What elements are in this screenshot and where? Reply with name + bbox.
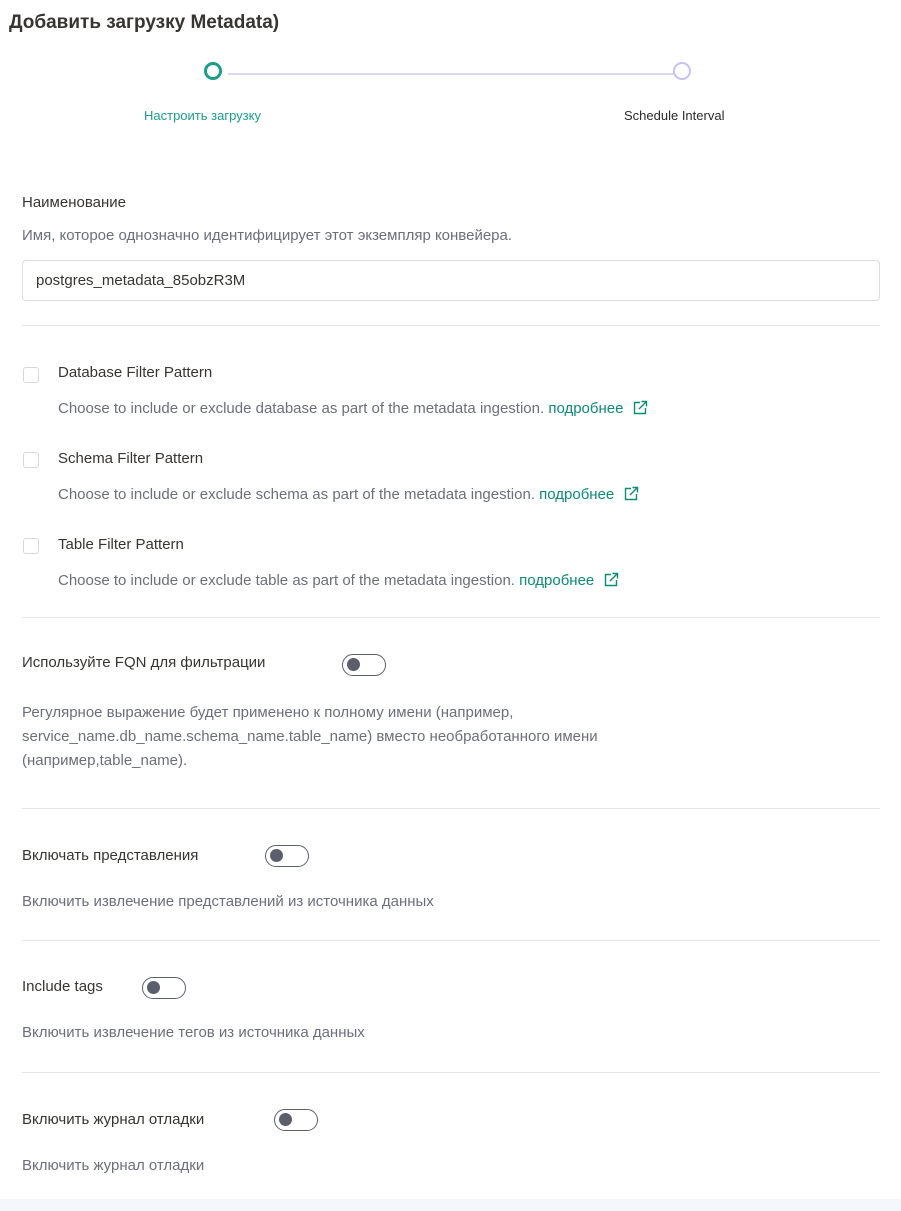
step-indicator-configure — [204, 62, 222, 80]
external-link-icon[interactable] — [623, 486, 639, 502]
table-filter-description: Choose to include or exclude table as pa… — [58, 569, 619, 593]
fqn-filter-description: Регулярное выражение будет применено к п… — [22, 701, 598, 773]
debug-log-label: Включить журнал отладки — [22, 1111, 205, 1128]
name-field-description: Имя, которое однозначно идентифицирует э… — [22, 227, 513, 244]
divider — [22, 808, 880, 809]
database-filter-description: Choose to include or exclude database as… — [58, 397, 648, 421]
toggle-knob — [270, 849, 283, 862]
schema-filter-description: Choose to include or exclude schema as p… — [58, 483, 639, 507]
database-filter-checkbox[interactable] — [23, 367, 39, 383]
fqn-filter-description-line: Регулярное выражение будет применено к п… — [22, 704, 514, 721]
include-views-label: Включать представления — [22, 847, 199, 864]
table-filter-learn-more-link[interactable]: подробнее — [519, 572, 594, 589]
database-filter-label[interactable]: Database Filter Pattern — [58, 364, 212, 381]
page-title: Добавить загрузку Metadata) — [9, 12, 280, 33]
step-label-configure[interactable]: Настроить загрузку — [144, 108, 261, 123]
name-field-label: Наименование — [22, 194, 126, 211]
debug-log-description: Включить журнал отладки — [22, 1157, 205, 1174]
toggle-knob — [147, 981, 160, 994]
pipeline-name-input[interactable] — [22, 260, 880, 301]
fqn-filter-label: Используйте FQN для фильтрации — [22, 654, 266, 671]
database-filter-description-text: Choose to include or exclude database as… — [58, 400, 545, 417]
database-filter-learn-more-link[interactable]: подробнее — [548, 400, 623, 417]
divider — [22, 617, 880, 618]
include-tags-toggle[interactable] — [142, 977, 186, 999]
schema-filter-checkbox[interactable] — [23, 452, 39, 468]
ingestion-stepper: Настроить загрузку Schedule Interval — [0, 56, 901, 136]
fqn-filter-description-line: service_name.db_name.schema_name.table_n… — [22, 728, 598, 745]
fqn-filter-toggle[interactable] — [342, 654, 386, 676]
toggle-knob — [279, 1113, 292, 1126]
step-indicator-schedule — [673, 62, 691, 80]
include-views-toggle[interactable] — [265, 845, 309, 867]
table-filter-label[interactable]: Table Filter Pattern — [58, 536, 184, 553]
include-tags-description: Включить извлечение тегов из источника д… — [22, 1024, 365, 1041]
debug-log-toggle[interactable] — [274, 1109, 318, 1131]
table-filter-description-text: Choose to include or exclude table as pa… — [58, 572, 515, 589]
include-views-description: Включить извлечение представлений из ист… — [22, 893, 434, 910]
external-link-icon[interactable] — [632, 400, 648, 416]
table-filter-checkbox[interactable] — [23, 538, 39, 554]
footer-bar — [0, 1199, 901, 1211]
stepper-connector — [228, 73, 676, 75]
schema-filter-description-text: Choose to include or exclude schema as p… — [58, 486, 535, 503]
step-label-schedule[interactable]: Schedule Interval — [624, 108, 724, 123]
divider — [22, 940, 880, 941]
divider — [22, 325, 880, 326]
fqn-filter-description-line: (например,table_name). — [22, 752, 188, 769]
divider — [22, 1072, 880, 1073]
external-link-icon[interactable] — [603, 572, 619, 588]
schema-filter-learn-more-link[interactable]: подробнее — [539, 486, 614, 503]
schema-filter-label[interactable]: Schema Filter Pattern — [58, 450, 203, 467]
toggle-knob — [347, 658, 360, 671]
include-tags-label: Include tags — [22, 978, 103, 995]
